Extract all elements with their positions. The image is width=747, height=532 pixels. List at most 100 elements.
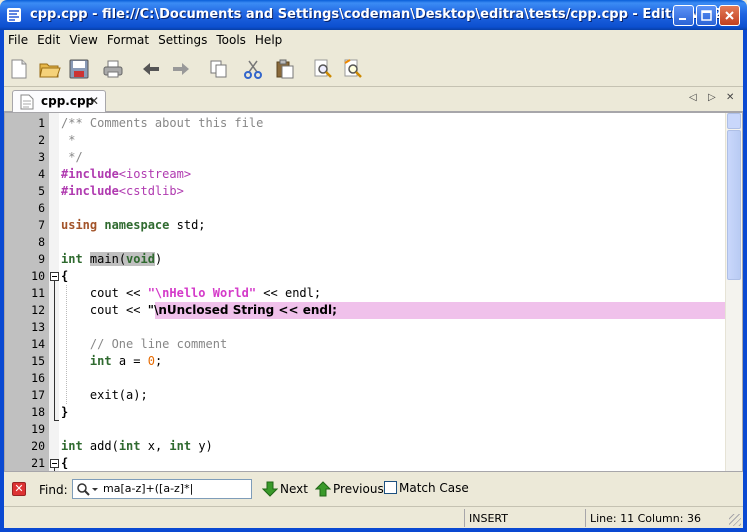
- undo-button[interactable]: [138, 56, 164, 82]
- menu-edit[interactable]: Edit: [33, 30, 65, 50]
- code-line: 17 exit(a);: [5, 387, 725, 404]
- unclosed-string-token: "\nUnclosed String << endl;: [147, 303, 337, 317]
- status-message: [4, 509, 463, 527]
- line-number: 9: [38, 252, 45, 266]
- title-bar: cpp.cpp - file://C:\Documents and Settin…: [0, 0, 747, 30]
- code-text: // One line comment: [61, 337, 228, 351]
- code-line: 20 int add(int x, int y): [5, 438, 725, 455]
- tab-close-all-icon[interactable]: ✕: [726, 92, 734, 103]
- status-mode: INSERT: [464, 509, 584, 527]
- file-icon: [20, 94, 34, 110]
- undo-icon: [143, 63, 159, 75]
- match-case-checkbox[interactable]: [384, 481, 397, 494]
- type-token: int: [169, 439, 192, 453]
- string-token: "\nHello World": [147, 286, 257, 300]
- code-line: 12 cout << "\nUnclosed String << endl;: [5, 302, 725, 319]
- find-previous-button[interactable]: Previous: [314, 481, 384, 499]
- fold-collapse-icon[interactable]: [50, 459, 59, 468]
- toolbar: [4, 51, 743, 87]
- plain-token: y): [191, 439, 213, 453]
- keyword-token: namespace: [104, 218, 170, 232]
- code-line: 11 cout << "\nHello World" << endl;: [5, 285, 725, 302]
- save-icon: [69, 59, 89, 79]
- resize-grip-icon[interactable]: [729, 514, 741, 526]
- open-button[interactable]: [36, 56, 62, 82]
- paste-button[interactable]: [272, 56, 298, 82]
- code-line: 2 *: [5, 132, 725, 149]
- find-next-label: Next: [280, 482, 308, 496]
- plain-token: x,: [140, 439, 170, 453]
- find-input[interactable]: ma[a-z]+([a-z]*|: [72, 479, 252, 499]
- fold-collapse-icon[interactable]: [50, 272, 59, 281]
- find-close-icon[interactable]: ✕: [12, 482, 26, 496]
- tab-cpp[interactable]: cpp.cpp ✕: [12, 90, 106, 112]
- plain-token: add(: [82, 439, 119, 453]
- line-number: 7: [38, 218, 45, 232]
- code-line: 4 #include<iostream>: [5, 166, 725, 183]
- line-number: 5: [38, 184, 45, 198]
- menu-tools[interactable]: Tools: [212, 30, 251, 50]
- find-next-button[interactable]: Next: [261, 481, 308, 499]
- copy-button[interactable]: [206, 56, 232, 82]
- code-text: using namespace std;: [61, 217, 206, 234]
- number-token: 0: [147, 354, 155, 368]
- find-input-value: ma[a-z]+([a-z]*|: [103, 482, 194, 495]
- tab-close-icon[interactable]: ✕: [89, 94, 99, 108]
- code-line: 19: [5, 421, 725, 438]
- menu-format[interactable]: Format: [103, 30, 154, 50]
- paste-icon: [276, 59, 294, 79]
- search-highlight: main(void: [89, 252, 155, 266]
- find-replace-button[interactable]: [340, 56, 366, 82]
- tab-scroll-right-icon[interactable]: ▷: [708, 92, 716, 103]
- code-line: 14 // One line comment: [5, 336, 725, 353]
- find-button[interactable]: [310, 56, 336, 82]
- line-number: 8: [38, 235, 45, 249]
- code-editor[interactable]: 1 /** Comments about this file 2 * 3 */ 4…: [4, 112, 743, 472]
- fold-range-line: [54, 281, 55, 421]
- tab-scroll-left-icon[interactable]: ◁: [689, 92, 697, 103]
- maximize-button[interactable]: [696, 5, 717, 26]
- menu-settings[interactable]: Settings: [154, 30, 212, 50]
- line-number: 21: [31, 456, 45, 470]
- close-icon: [725, 11, 734, 20]
- tab-label: cpp.cpp: [41, 94, 95, 108]
- type-token: int: [118, 439, 141, 453]
- close-button[interactable]: [719, 5, 740, 26]
- code-line: 6: [5, 200, 725, 217]
- vertical-scrollbar[interactable]: [725, 113, 742, 471]
- code-text: {: [61, 456, 69, 470]
- code-line: 8: [5, 234, 725, 251]
- menu-view[interactable]: View: [65, 30, 102, 50]
- cut-icon: [244, 60, 262, 79]
- menu-help[interactable]: Help: [251, 30, 287, 50]
- code-text: {: [61, 269, 69, 283]
- code-line: 1 /** Comments about this file: [5, 115, 725, 132]
- line-number: 19: [31, 422, 45, 436]
- line-number: 17: [31, 388, 45, 402]
- find-replace-icon: [344, 59, 362, 78]
- minimize-icon: [679, 18, 686, 20]
- minimize-button[interactable]: [673, 5, 694, 26]
- editra-app-icon: [7, 8, 21, 22]
- cut-button[interactable]: [240, 56, 266, 82]
- plain-token: std;: [169, 218, 206, 232]
- save-button[interactable]: [66, 56, 92, 82]
- scroll-up-icon[interactable]: [727, 113, 741, 129]
- scrollbar-thumb[interactable]: [727, 130, 741, 280]
- code-text: #include<cstdlib>: [61, 183, 184, 200]
- tab-strip: cpp.cpp ✕ ◁ ▷ ✕: [4, 88, 743, 112]
- print-button[interactable]: [100, 56, 126, 82]
- code-text: *: [61, 133, 76, 147]
- new-file-button[interactable]: [6, 56, 32, 82]
- code-line: 15 int a = 0;: [5, 353, 725, 370]
- code-line: 5 #include<cstdlib>: [5, 183, 725, 200]
- menu-file[interactable]: File: [4, 30, 33, 50]
- open-folder-icon: [39, 63, 61, 78]
- type-token: int: [61, 439, 83, 453]
- indent-guide: [66, 285, 67, 404]
- type-token: int: [61, 252, 83, 266]
- redo-button[interactable]: [168, 56, 194, 82]
- arrow-down-icon: [261, 481, 279, 497]
- line-number: 14: [31, 337, 45, 351]
- line-number: 2: [38, 133, 45, 147]
